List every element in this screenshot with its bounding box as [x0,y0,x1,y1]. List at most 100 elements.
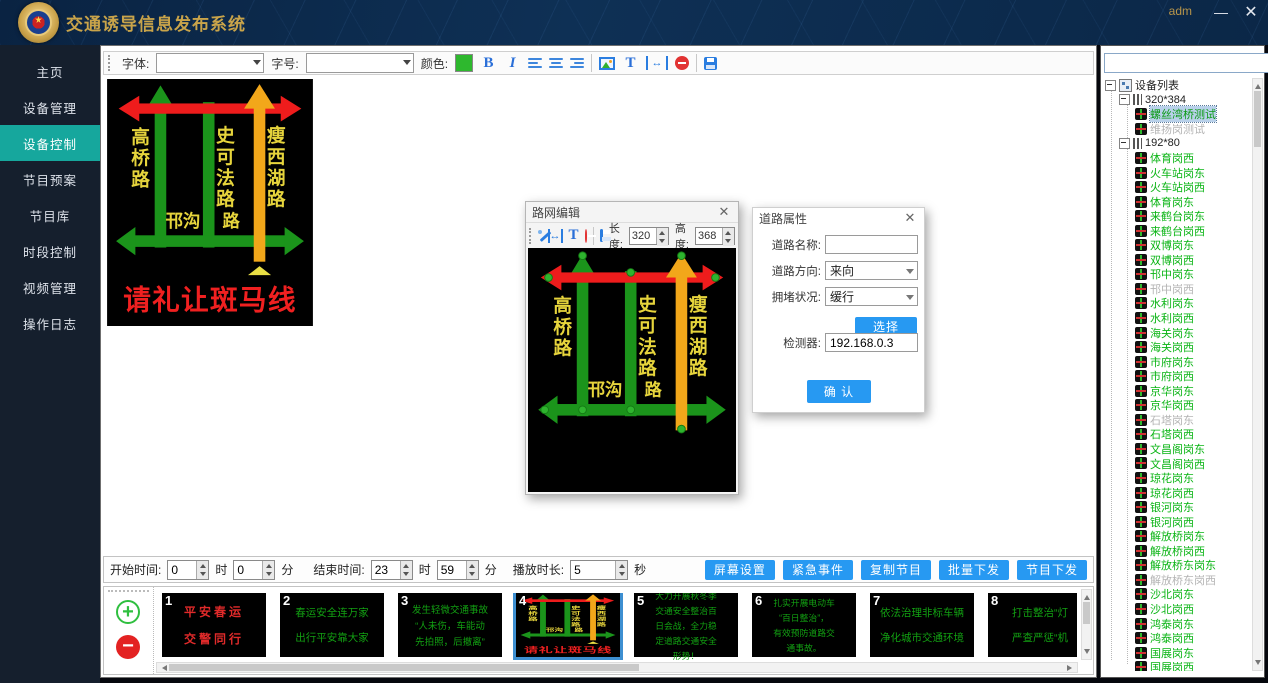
congestion-select[interactable]: 缓行 [825,287,918,306]
sidebar-item[interactable]: 操作日志 [0,305,100,341]
tree-node-device[interactable]: 文昌阁岗东 [1103,442,1251,457]
tree-node-device[interactable]: 螺丝湾桥测试 [1103,107,1251,122]
close-window-button[interactable]: ✕ [1240,3,1262,21]
tree-node-device[interactable]: 体育岗西 [1103,151,1251,166]
sidebar-item[interactable]: 时段控制 [0,233,100,269]
tree-node-device[interactable]: 鸿泰岗西 [1103,631,1251,646]
tree-node-device[interactable]: 解放桥岗西 [1103,544,1251,559]
tree-node-device[interactable]: 文昌阁岗西 [1103,456,1251,471]
scroll-down-icon[interactable] [1255,660,1261,668]
collapse-icon[interactable] [1119,94,1130,105]
tree-node-device[interactable]: 水利岗西 [1103,311,1251,326]
tree-node-device[interactable]: 维扬岗测试 [1103,122,1251,137]
tree-node-device[interactable]: 水利岗东 [1103,296,1251,311]
sidebar-item[interactable]: 设备控制 [0,125,100,161]
road-direction-select[interactable]: 来向 [825,261,918,280]
playlist-vertical-scrollbar[interactable] [1081,589,1092,660]
program-thumbnail[interactable]: 4高桥路史可法路瘦西湖路邗沟路请礼让斑马线 [516,593,620,657]
tree-node-device[interactable]: 体育岗东 [1103,194,1251,209]
action-button[interactable]: 屏幕设置 [705,560,775,580]
duration-stepper[interactable] [570,560,628,580]
text-tool-icon[interactable] [622,54,639,72]
program-thumbnail[interactable]: 8打击整治“灯严查严惩“机 [988,593,1077,657]
sidebar-item[interactable]: 设备管理 [0,89,100,125]
collapse-icon[interactable] [1119,138,1130,149]
device-search-input[interactable] [1104,53,1268,73]
tree-node-device[interactable]: 解放桥东岗西 [1103,573,1251,588]
start-hour-stepper[interactable] [167,560,209,580]
tree-node-device[interactable]: 解放桥东岗东 [1103,558,1251,573]
tree-node-device[interactable]: 鸿泰岗东 [1103,616,1251,631]
scroll-down-icon[interactable] [1084,649,1090,657]
sidebar-item[interactable]: 节目预案 [0,161,100,197]
tree-node-device[interactable]: 来鹤台岗西 [1103,223,1251,238]
props-dialog-titlebar[interactable]: 道路属性 ✕ [753,208,924,228]
end-hour-stepper[interactable] [371,560,413,580]
scroll-right-icon[interactable] [1067,665,1075,671]
sidebar-item[interactable]: 主页 [0,53,100,89]
tree-node-device[interactable]: 火车站岗西 [1103,180,1251,195]
remove-program-button[interactable]: − [116,635,140,659]
save-icon[interactable] [704,57,717,70]
italic-icon[interactable] [504,54,521,72]
tree-node-device[interactable]: 石塔岗西 [1103,427,1251,442]
program-thumbnail[interactable]: 7依法治理非标车辆净化城市交通环境 [870,593,974,657]
action-button[interactable]: 节目下发 [1017,560,1087,580]
tree-node-device[interactable]: 沙北岗东 [1103,587,1251,602]
program-thumbnail[interactable]: 3发生轻微交通事故“人未伤，车能动先拍照，后撤离” [398,593,502,657]
action-button[interactable]: 复制节目 [861,560,931,580]
scroll-left-icon[interactable] [159,665,167,671]
program-thumbnail[interactable]: 5大力开展秋冬季交通安全整治百日会战，全力稳定道路交通安全形势！ [634,593,738,657]
action-button[interactable]: 批量下发 [939,560,1009,580]
text-tool-icon[interactable] [569,227,579,245]
tree-node-device[interactable]: 京华岗东 [1103,383,1251,398]
fit-width-icon[interactable] [646,56,668,70]
color-swatch[interactable] [455,54,473,72]
road-name-input[interactable] [830,238,913,252]
tree-node-device[interactable]: 银河岗东 [1103,500,1251,515]
tree-node-device[interactable]: 市府岗东 [1103,354,1251,369]
tree-node-device[interactable]: 银河岗西 [1103,514,1251,529]
tree-node-device[interactable]: 国展岗东 [1103,645,1251,660]
detector-field[interactable] [825,333,918,352]
sidebar-item[interactable]: 节目库 [0,197,100,233]
tree-node-device[interactable]: 琼花岗东 [1103,471,1251,486]
end-minute-stepper[interactable] [437,560,479,580]
tree-node-device[interactable]: 海关岗东 [1103,325,1251,340]
align-center-icon[interactable] [549,58,563,68]
program-thumbnail[interactable]: 6扎实开展电动车“百日整治”，有效预防道路交通事故。 [752,593,856,657]
tree-node-device[interactable]: 邗中岗东 [1103,267,1251,282]
tree-node-device[interactable]: 双博岗西 [1103,253,1251,268]
tree-node-device[interactable]: 火车站岗东 [1103,165,1251,180]
collapse-icon[interactable] [1105,80,1116,91]
align-left-icon[interactable] [528,58,542,68]
props-close-icon[interactable]: ✕ [902,210,918,226]
sidebar-item[interactable]: 视频管理 [0,269,100,305]
tree-node-device[interactable]: 来鹤台岗东 [1103,209,1251,224]
roadnet-dialog-titlebar[interactable]: 路网编辑 ✕ [526,202,738,222]
insert-image-icon[interactable] [599,57,615,70]
save-icon[interactable] [600,229,603,242]
length-stepper[interactable]: 320 [629,227,669,245]
tree-node-device[interactable]: 解放桥岗东 [1103,529,1251,544]
playlist-horizontal-scrollbar[interactable] [156,662,1078,673]
program-thumbnail[interactable]: 1平安春运交警同行 [162,593,266,657]
tree-node-device[interactable]: 双博岗东 [1103,238,1251,253]
roadnet-close-icon[interactable]: ✕ [716,204,732,220]
add-program-button[interactable]: + [116,600,140,624]
align-right-icon[interactable] [570,58,584,68]
tree-node-device[interactable]: 京华岗西 [1103,398,1251,413]
detector-input[interactable] [830,336,913,350]
stop-icon[interactable] [585,229,588,243]
draw-road-icon[interactable] [539,229,542,243]
action-button[interactable]: 紧急事件 [783,560,853,580]
tree-node-group[interactable]: 192*80 [1103,136,1251,151]
confirm-button[interactable]: 确 认 [807,380,871,403]
start-minute-stepper[interactable] [233,560,275,580]
stop-icon[interactable] [675,56,689,70]
program-thumbnail[interactable]: 2春运安全连万家出行平安靠大家 [280,593,384,657]
tree-node-root[interactable]: 设备列表 [1103,78,1251,93]
roadnet-edit-canvas[interactable]: 高桥路史可法路瘦西湖路邗沟路 [528,248,736,492]
height-stepper[interactable]: 368 [695,227,735,245]
tree-node-device[interactable]: 市府岗西 [1103,369,1251,384]
